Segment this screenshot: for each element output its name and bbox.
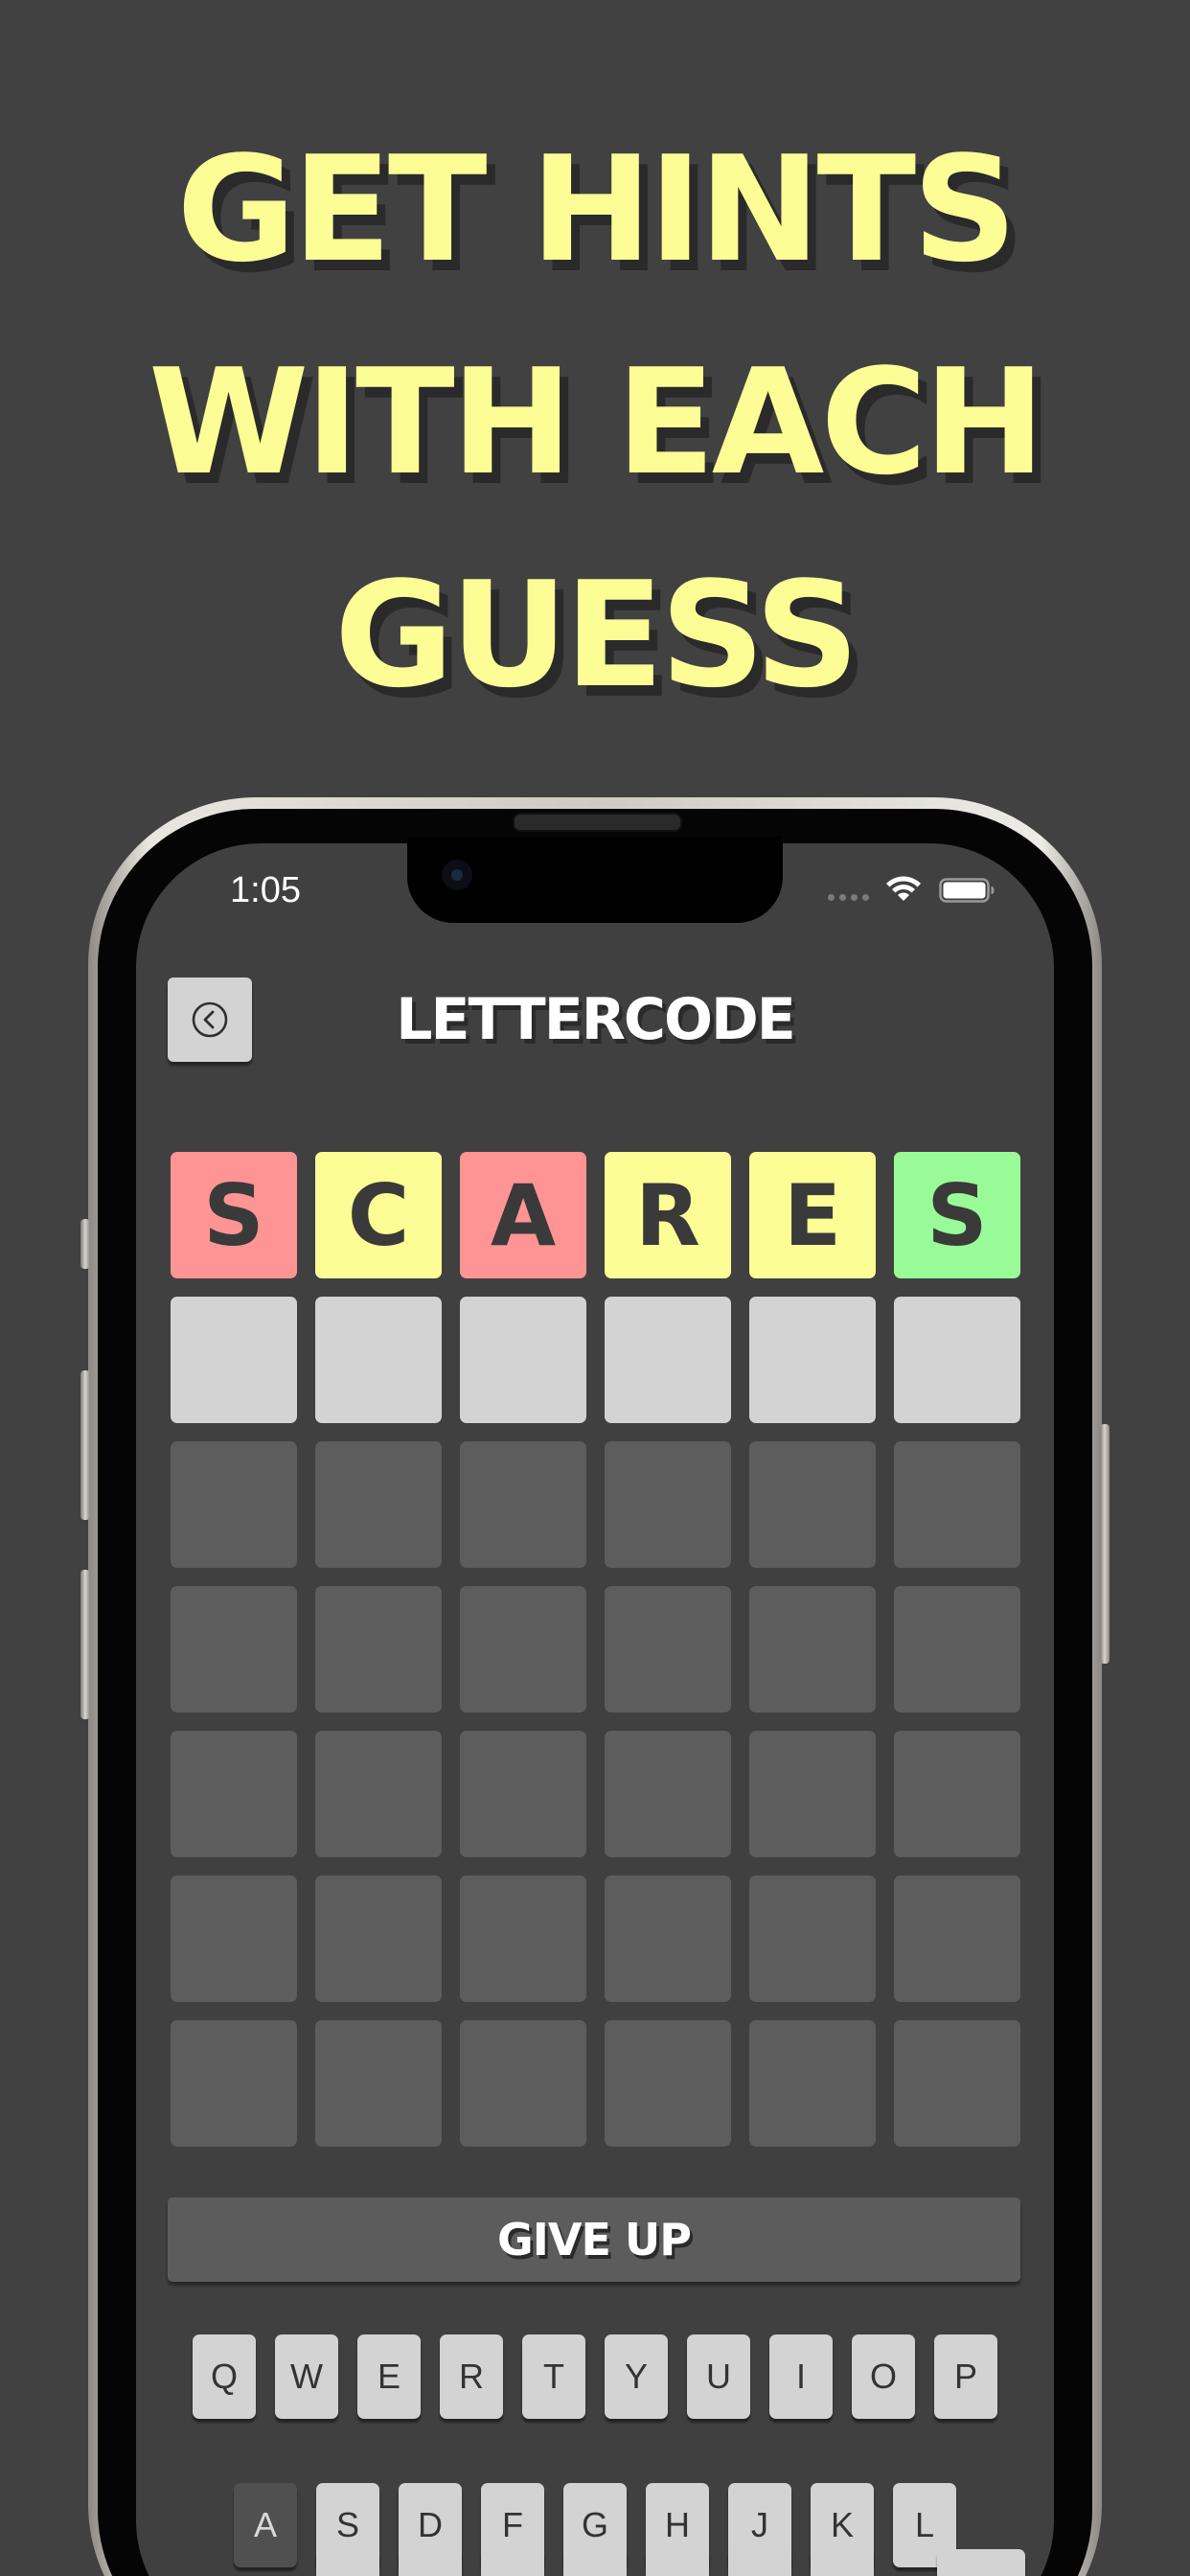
key-e[interactable]: E [357,2334,421,2419]
give-up-label: GIVE UP [497,2214,692,2266]
key-n[interactable]: N [728,2549,791,2576]
key-b[interactable]: B [646,2549,709,2576]
key-i[interactable]: I [769,2334,833,2419]
front-camera [442,860,472,890]
board-tile [460,1875,586,2002]
board-tile [315,1875,442,2002]
promo-headline: GET HINTS WITH EACH GUESS [0,104,1190,742]
board-tile: C [315,1152,442,1278]
key-o[interactable]: O [852,2334,915,2419]
board-tile [171,1586,297,1713]
board-tile [894,2020,1020,2147]
status-time: 1:05 [230,870,301,910]
board-tile: S [171,1152,297,1278]
phone-speaker [513,813,682,832]
board-tile [315,1731,442,1857]
board-tile [894,1586,1020,1713]
board-tile: A [460,1152,586,1278]
key-y[interactable]: Y [605,2334,668,2419]
headline-line-2: WITH EACH [148,337,1045,507]
board-tile [749,1731,876,1857]
board-tile [315,1297,442,1423]
key-c[interactable]: C [481,2549,544,2576]
board-tile [460,1441,586,1568]
board-tile [894,1875,1020,2002]
board-tile [171,1441,297,1568]
key-w[interactable]: W [275,2334,338,2419]
key-a[interactable]: A [234,2483,297,2567]
key-x[interactable]: X [399,2549,462,2576]
board-tile [171,2020,297,2147]
board-tile [749,2020,876,2147]
app-title: LETTERCODE [396,986,795,1053]
board-tile [171,1297,297,1423]
board-tile [460,1731,586,1857]
board-tile [894,1297,1020,1423]
board-tile [605,1441,731,1568]
board-tile [749,1297,876,1423]
board-tile [605,1586,731,1713]
phone-volume-down-button [80,1570,90,1719]
cellular-signal-icon [828,894,869,901]
key-t[interactable]: T [522,2334,585,2419]
guess-board: SCARES [171,1152,1021,2147]
key-v[interactable]: V [563,2549,627,2576]
battery-icon [939,878,995,903]
board-tile [894,1441,1020,1568]
board-tile [460,2020,586,2147]
board-tile [315,2020,442,2147]
board-tile [749,1875,876,2002]
board-tile [315,1586,442,1713]
board-tile [605,1297,731,1423]
keyboard-row-1: QWERTYUIOP [193,2334,997,2419]
key-q[interactable]: Q [193,2334,256,2419]
board-tile: E [749,1152,876,1278]
phone-screen: 1:05 LETTERCODE SCARES GIVE UP QWERTYUIO… [136,843,1054,2576]
key-m[interactable]: M [811,2549,874,2576]
board-tile [605,1731,731,1857]
board-tile [315,1441,442,1568]
give-up-button[interactable]: GIVE UP [168,2197,1020,2282]
board-tile [605,2020,731,2147]
board-tile [749,1441,876,1568]
key-z[interactable]: Z [316,2549,379,2576]
board-tile [894,1731,1020,1857]
board-tile: R [605,1152,731,1278]
board-tile [460,1297,586,1423]
key-u[interactable]: U [687,2334,750,2419]
phone-power-button [1100,1424,1110,1664]
backspace-key[interactable] [937,2549,1025,2576]
headline-line-3: GUESS [333,550,859,720]
board-tile: S [894,1152,1020,1278]
wifi-icon [886,876,921,901]
board-tile [605,1875,731,2002]
key-r[interactable]: R [440,2334,503,2419]
board-tile [171,1731,297,1857]
phone-volume-up-button [80,1370,90,1520]
key-p[interactable]: P [934,2334,997,2419]
board-tile [171,1875,297,2002]
headline-line-1: GET HINTS [176,125,1017,294]
keyboard-row-3: ZXCVBNM [316,2549,874,2576]
phone-mute-switch [80,1219,90,1269]
board-tile [460,1586,586,1713]
board-tile [749,1586,876,1713]
